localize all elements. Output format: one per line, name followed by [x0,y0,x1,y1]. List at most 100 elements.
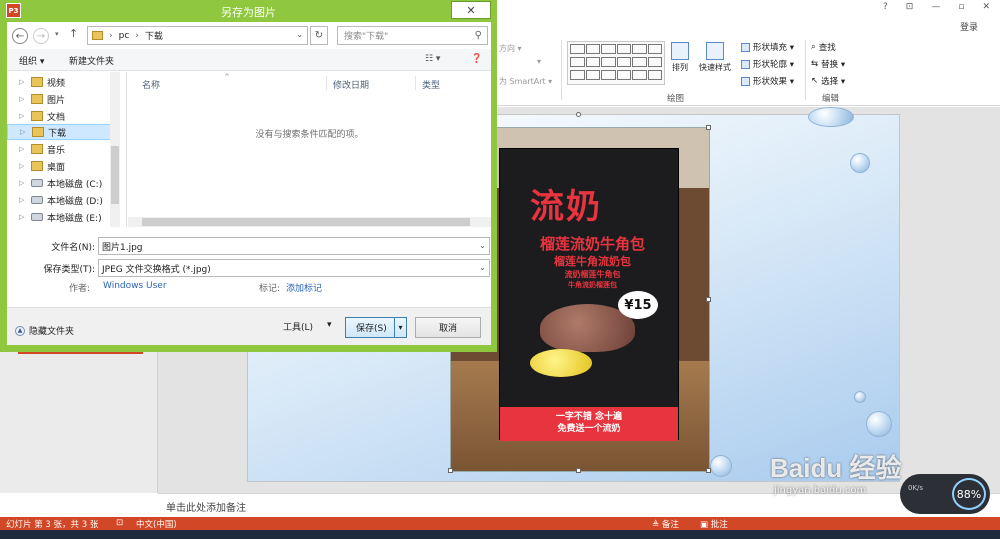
find-button[interactable]: ⌕ 查找 [811,41,836,53]
new-folder-button[interactable]: 新建文件夹 [69,54,114,67]
filetype-select[interactable]: JPEG 文件交换格式 (*.jpg) ⌄ [98,259,490,277]
align-text-label[interactable]: ▾ [537,57,541,66]
resize-handle[interactable] [706,125,711,130]
expand-arrow-icon[interactable]: ▷ [19,145,27,153]
expand-arrow-icon[interactable]: ▷ [19,162,27,170]
nav-item-music[interactable]: ▷ 音乐 [7,141,117,157]
add-tags-link[interactable]: 添加标记 [286,281,322,294]
column-header-name[interactable]: 名称 [142,78,160,91]
hide-folders-toggle[interactable]: ▲ 隐藏文件夹 [15,324,74,337]
nav-item-downloads[interactable]: ▷ 下载 [7,124,117,140]
folder-icon [92,31,103,40]
recent-locations-icon[interactable]: ▾ [55,30,59,38]
performance-widget[interactable]: 0K/s 88% [900,474,990,514]
bubble-decoration [710,455,732,477]
resize-handle[interactable] [448,468,453,473]
dialog-titlebar[interactable]: P3 另存为图片 ✕ [0,0,497,22]
column-header-type[interactable]: 类型 [422,78,440,91]
rotate-handle[interactable] [576,112,581,117]
save-as-picture-dialog: P3 另存为图片 ✕ ← → ▾ ↑ › pc › 下载 ⌄ ↻ 搜索"下载" … [0,0,497,352]
minimize-icon[interactable]: — [931,2,940,12]
nav-scrollbar[interactable] [110,72,120,227]
chevron-down-icon[interactable]: ⌄ [296,30,303,39]
up-arrow-icon[interactable]: ↑ [69,27,78,40]
search-input[interactable]: 搜索"下载" ⚲ [337,26,488,45]
expand-arrow-icon[interactable]: ▷ [19,95,27,103]
breadcrumb-downloads[interactable]: 下载 [145,29,163,42]
expand-arrow-icon[interactable]: ▷ [19,196,27,204]
chevron-down-icon[interactable]: ⌄ [479,263,486,272]
group-label-drawing: 绘图 [667,94,685,104]
ribbon-display-icon[interactable]: ⊡ [906,2,914,12]
login-link[interactable]: 登录 [960,20,978,33]
nav-item-desktop[interactable]: ▷ 桌面 [7,158,117,174]
select-button[interactable]: ↖ 选择 ▾ [811,75,845,87]
expand-arrow-icon[interactable]: ▷ [19,78,27,86]
dialog-toolbar: 组织 ▾ 新建文件夹 ☷ ▾ ❓ [7,49,491,71]
column-header-date[interactable]: 修改日期 [333,78,369,91]
file-list[interactable]: 名称 ^ 修改日期 类型 没有与搜索条件匹配的项。 [128,72,491,227]
language-status[interactable]: 中文(中国) [136,518,177,530]
nav-item-documents[interactable]: ▷ 文档 [7,108,117,124]
chevron-up-icon: ▲ [15,325,25,336]
help-icon[interactable]: ? [883,2,888,12]
pen-icon [741,59,750,69]
close-window-icon[interactable]: ✕ [982,2,990,12]
resize-handle[interactable] [706,468,711,473]
back-arrow-icon[interactable]: ← [12,28,28,44]
view-options-icon[interactable]: ☷ ▾ [425,54,440,64]
address-row: ← → ▾ ↑ › pc › 下载 ⌄ ↻ 搜索"下载" ⚲ [7,22,491,49]
arrange-button[interactable]: 排列 [671,42,689,73]
address-bar[interactable]: › pc › 下载 ⌄ [87,26,308,45]
shape-outline-button[interactable]: 形状轮廓 ▾ [741,58,794,70]
forward-arrow-icon[interactable]: → [33,28,49,44]
custard-image [530,349,592,377]
filename-field[interactable]: 图片1.jpg ⌄ [98,237,490,255]
nav-item-drive-c[interactable]: ▷ 本地磁盘 (C:) [7,175,117,191]
status-bar: 幻灯片 第 3 张，共 3 张 ⊡ 中文(中国) ≜ 备注 ▣ 批注 [0,517,1000,530]
resize-handle[interactable] [706,297,711,302]
dropdown-arrow-icon: ▾ [327,320,332,330]
shape-effects-button[interactable]: 形状效果 ▾ [741,75,794,87]
convert-smartart-label[interactable]: 为 SmartArt ▾ [499,76,552,87]
baidu-watermark: Baidu 经验 jingyan.baidu.com [770,448,901,496]
shape-fill-button[interactable]: 形状填充 ▾ [741,41,794,53]
group-label-editing: 编辑 [822,94,840,104]
nav-item-videos[interactable]: ▷ 视频 [7,74,117,90]
comments-toggle[interactable]: ▣ 批注 [700,518,728,530]
expand-arrow-icon[interactable]: ▷ [19,112,27,120]
save-options-arrow-icon[interactable]: ▾ [394,318,406,337]
spellcheck-icon[interactable]: ⊡ [116,518,123,528]
nav-item-drive-e[interactable]: ▷ 本地磁盘 (E:) [7,209,117,225]
expand-arrow-icon[interactable]: ▷ [19,179,27,187]
author-value[interactable]: Windows User [103,281,167,291]
expand-arrow-icon[interactable]: ▷ [19,213,27,221]
notes-pane[interactable]: 单击此处添加备注 [158,493,1000,517]
bubble-decoration [854,391,866,403]
quick-styles-button[interactable]: 快速样式 [699,42,731,73]
shapes-gallery[interactable] [567,41,665,85]
expand-arrow-icon[interactable]: ▷ [20,128,28,136]
help-icon[interactable]: ❓ [471,54,482,64]
tools-menu[interactable]: 工具(L) ▾ [283,320,332,333]
poster: 流奶 榴莲流奶牛角包 榴莲牛角流奶包 流奶榴莲牛角包 牛角流奶榴莲包 ¥15 一… [499,148,679,441]
refresh-icon[interactable]: ↻ [310,26,328,45]
memory-percent: 88% [952,478,986,510]
chevron-down-icon[interactable]: ⌄ [479,241,486,250]
network-speed: 0K/s [908,484,924,492]
close-button[interactable]: ✕ [451,1,491,19]
text-direction-label[interactable]: 方向 ▾ [499,43,522,54]
notes-toggle[interactable]: ≜ 备注 [652,518,679,530]
restore-icon[interactable]: ▫ [958,2,964,12]
poster-headline: 榴莲流奶牛角包 [539,235,645,253]
organize-menu[interactable]: 组织 ▾ [19,54,44,67]
nav-item-drive-d[interactable]: ▷ 本地磁盘 (D:) [7,192,117,208]
save-button[interactable]: 保存(S) ▾ [345,317,407,338]
filetype-label: 保存类型(T): [43,265,95,275]
resize-handle[interactable] [576,468,581,473]
horizontal-scrollbar[interactable] [128,217,491,227]
nav-item-pictures[interactable]: ▷ 图片 [7,91,117,107]
cancel-button[interactable]: 取消 [415,317,481,338]
replace-button[interactable]: ⇆ 替换 ▾ [811,58,845,70]
breadcrumb-pc[interactable]: pc [119,31,130,41]
